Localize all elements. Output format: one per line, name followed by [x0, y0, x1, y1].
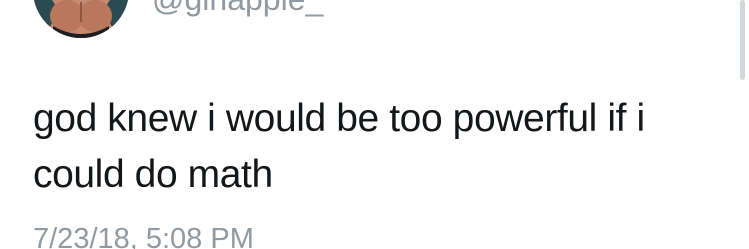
scrollbar[interactable] — [740, 0, 745, 80]
tweet-text: god knew i would be too powerful if i co… — [33, 97, 645, 196]
tweet: @ginapple_ god knew i would be too power… — [0, 0, 749, 249]
user-handle[interactable]: @ginapple_ — [152, 0, 323, 17]
avatar[interactable] — [33, 0, 129, 38]
tweet-timestamp[interactable]: 7/23/18, 5:08 PM — [33, 222, 254, 249]
avatar-photo — [33, 0, 129, 38]
